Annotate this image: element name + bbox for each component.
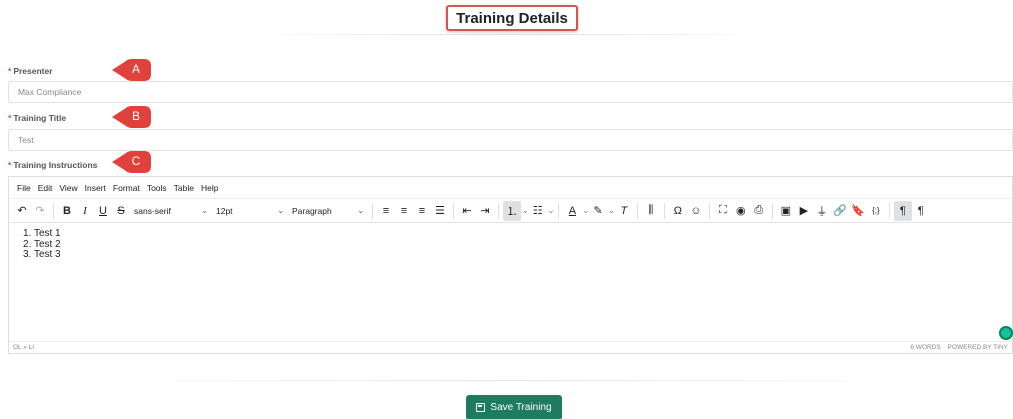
required-asterisk: * [8,113,12,123]
chevron-down-icon[interactable]: ⌄ [522,206,529,215]
bold-icon[interactable]: B [58,201,76,221]
page-title-text: Training Details [456,9,568,27]
page-break-icon[interactable]: ⫼ [642,201,660,221]
powered-by-link[interactable]: POWERED BY TINY [948,344,1008,351]
save-training-button[interactable]: Save Training [466,395,562,419]
media-icon[interactable]: ▶ [795,201,813,221]
presenter-label: * Presenter [8,66,53,76]
font-family-select[interactable]: sans-serif ⌄ [130,201,212,221]
annotation-marker-b: B [112,105,152,129]
element-path[interactable]: OL » LI [13,344,34,351]
clear-formatting-icon[interactable]: T [615,201,633,221]
footer-divider [120,380,900,381]
required-asterisk: * [8,66,12,76]
preview-icon[interactable]: ◉ [732,201,750,221]
menu-file[interactable]: File [17,183,31,193]
chevron-down-icon[interactable]: ⌄ [582,206,589,215]
align-justify-icon[interactable]: ☰ [431,201,449,221]
numbered-list-icon[interactable]: ⒈ [503,200,521,221]
block-format-select[interactable]: Paragraph ⌄ [288,201,368,221]
align-left-icon[interactable]: ≡ [377,201,395,221]
chevron-down-icon[interactable]: ⌄ [608,206,615,215]
link-icon[interactable]: 🔗 [831,201,849,221]
annotation-marker-a: A [112,58,152,82]
menu-edit[interactable]: Edit [38,183,53,193]
menu-help[interactable]: Help [201,183,218,193]
strikethrough-icon[interactable]: S [112,201,130,221]
editor-content[interactable]: 1. Test 1 2. Test 2 3. Test 3 [23,228,61,261]
title-divider [250,34,770,35]
italic-icon[interactable]: I [76,201,94,221]
rich-text-editor: File Edit View Insert Format Tools Table… [8,176,1013,354]
editor-toolbar: ↶ ↷ B I U S sans-serif ⌄ 12pt ⌄ Paragraph ⌄… [9,199,1012,223]
menu-table[interactable]: Table [174,183,194,193]
word-count[interactable]: 6 WORDS [910,344,940,351]
page-title: Training Details [446,5,578,31]
required-asterisk: * [8,160,12,170]
text-color-icon[interactable]: A [563,201,581,221]
annotation-marker-c: C [112,150,152,174]
menu-format[interactable]: Format [113,183,140,193]
code-icon[interactable]: {;} [867,201,885,221]
bookmark-icon[interactable]: 🔖 [849,201,867,221]
stamp-icon[interactable]: ⏚ [813,201,831,221]
presenter-input[interactable]: Max Compliance [8,81,1013,103]
save-icon [476,403,486,412]
print-icon[interactable]: ⎙ [750,201,768,221]
list-item: 1. Test 1 [23,228,61,239]
menu-tools[interactable]: Tools [147,183,167,193]
fullscreen-icon[interactable]: ⛶ [714,201,732,221]
editor-menubar: File Edit View Insert Format Tools Table… [9,177,1012,199]
menu-view[interactable]: View [59,183,77,193]
outdent-icon[interactable]: ⇤ [458,201,476,221]
indent-icon[interactable]: ⇥ [476,201,494,221]
chevron-down-icon: ⌄ [277,206,284,215]
special-character-icon[interactable]: Ω [669,201,687,221]
align-right-icon[interactable]: ≡ [413,201,431,221]
chevron-down-icon: ⌄ [201,206,208,215]
font-size-select[interactable]: 12pt ⌄ [212,201,288,221]
underline-icon[interactable]: U [94,201,112,221]
image-icon[interactable]: ▣ [777,201,795,221]
grammar-assistant-icon[interactable] [999,326,1013,340]
ltr-icon[interactable]: ¶ [893,200,912,221]
training-title-label: * Training Title [8,113,67,123]
undo-icon[interactable]: ↶ [13,201,31,221]
emoji-icon[interactable]: ☺ [687,201,705,221]
editor-statusbar: OL » LI 6 WORDS POWERED BY TINY [9,341,1012,353]
list-item: 3. Test 3 [23,249,61,260]
redo-icon[interactable]: ↷ [31,201,49,221]
training-instructions-label: * Training Instructions [8,160,98,170]
menu-insert[interactable]: Insert [85,183,106,193]
align-center-icon[interactable]: ≡ [395,201,413,221]
chevron-down-icon: ⌄ [357,206,364,215]
bullet-list-icon[interactable]: ☷ [529,201,547,221]
chevron-down-icon[interactable]: ⌄ [548,206,555,215]
training-title-input[interactable]: Test [8,129,1013,151]
highlight-color-icon[interactable]: ✎ [589,201,607,221]
rtl-icon[interactable]: ¶ [912,201,930,221]
